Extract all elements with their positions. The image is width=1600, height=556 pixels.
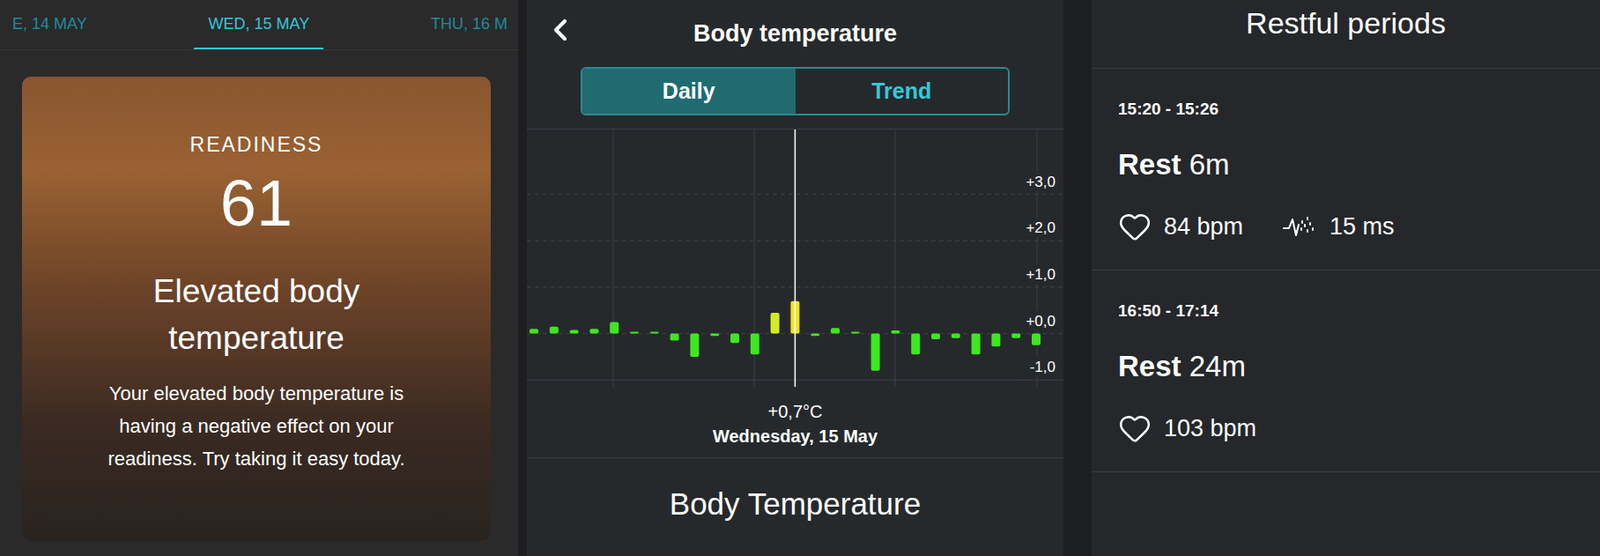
readiness-label: READINESS (190, 129, 324, 161)
temperature-header: Body temperature (526, 0, 1064, 67)
temperature-bar[interactable] (629, 332, 639, 334)
period-stats: 84 bpm 15 ms (1118, 209, 1600, 244)
restful-title: Restful periods (1091, 0, 1600, 69)
temperature-panel: Body temperature DailyTrend +3,0 +2,0 +1,0 +0… (526, 0, 1064, 556)
readiness-card[interactable]: READINESS 61 Elevated body temperature Your… (22, 76, 491, 541)
date-tab[interactable]: E, 14 MAY (1, 0, 98, 50)
temperature-bar[interactable] (1011, 333, 1021, 339)
temperature-bar[interactable] (589, 328, 599, 334)
period-rest: Rest 24m (1118, 348, 1600, 386)
heart-icon (1118, 411, 1152, 445)
section-title: Body Temperature (526, 458, 1064, 528)
readiness-title: Elevated body temperature (141, 267, 371, 362)
temperature-bar[interactable] (830, 327, 840, 334)
svg-text:+2,0: +2,0 (1025, 219, 1056, 237)
temperature-bar[interactable] (851, 332, 860, 334)
view-tabs: DailyTrend (580, 66, 1010, 116)
hrv-value: 15 ms (1329, 210, 1395, 243)
temperature-bar[interactable] (549, 326, 559, 334)
temperature-bar[interactable] (730, 333, 740, 344)
temperature-bar[interactable] (951, 333, 961, 339)
temperature-bar[interactable] (689, 333, 699, 357)
temperature-bar[interactable] (609, 321, 619, 334)
temperature-bar[interactable] (670, 333, 680, 341)
back-button[interactable] (542, 12, 578, 48)
period-time: 16:50 - 17:14 (1118, 300, 1600, 322)
view-tab[interactable]: Daily (582, 68, 796, 114)
hrv-icon (1281, 214, 1318, 239)
readiness-description: Your elevated body temperature is having… (80, 377, 433, 475)
temperature-bar[interactable] (911, 333, 920, 356)
temperature-bar[interactable] (570, 329, 579, 334)
back-icon (542, 12, 578, 48)
svg-text:+3,0: +3,0 (1025, 173, 1056, 191)
temperature-bar[interactable] (529, 328, 539, 334)
temperature-bar[interactable] (770, 312, 780, 334)
svg-text:+1,0: +1,0 (1025, 266, 1056, 283)
heart-icon (1118, 209, 1152, 244)
readiness-score: 61 (220, 170, 293, 237)
heart-rate: 103 bpm (1163, 412, 1257, 445)
temperature-bar[interactable] (650, 332, 660, 334)
temperature-bar[interactable] (871, 333, 881, 371)
period-time: 15:20 - 15:26 (1118, 98, 1600, 120)
restful-item[interactable]: 15:20 - 15:26 Rest 6m 84 bpm 15 ms (1091, 68, 1600, 271)
svg-text:-1,0: -1,0 (1029, 358, 1056, 376)
date-tab[interactable]: THU, 16 M (420, 0, 519, 50)
readiness-panel: E, 14 MAY WED, 15 MAY THU, 16 M READINESS 61… (0, 0, 519, 556)
date-tabs: E, 14 MAY WED, 15 MAY THU, 16 M (0, 0, 519, 51)
temperature-bar[interactable] (931, 333, 941, 340)
temperature-bar[interactable] (710, 333, 719, 337)
restful-panel: Restful periods 15:20 - 15:26 Rest 6m 84 bp… (1091, 0, 1600, 556)
app: E, 14 MAY WED, 15 MAY THU, 16 M READINESS 61… (0, 0, 1600, 556)
temperature-bar[interactable] (971, 333, 981, 356)
temperature-bar[interactable] (991, 333, 1000, 348)
temperature-chart[interactable]: +3,0 +2,0 +1,0 +0,0 -1,0 (526, 129, 1064, 387)
temperature-bar[interactable] (810, 333, 820, 337)
heart-rate: 84 bpm (1163, 210, 1244, 243)
svg-text:+0,0: +0,0 (1025, 312, 1056, 330)
temperature-bar[interactable] (750, 333, 760, 356)
date-tab[interactable]: WED, 15 MAY (193, 0, 324, 50)
temperature-bar[interactable] (890, 330, 900, 334)
restful-item[interactable]: 16:50 - 17:14 Rest 24m 103 bpm (1091, 270, 1600, 473)
period-rest: Rest 6m (1118, 146, 1600, 184)
temperature-reading: +0,7°CWednesday, 15 May (526, 386, 1064, 459)
temperature-title: Body temperature (693, 15, 897, 52)
view-tab[interactable]: Trend (795, 68, 1009, 114)
temperature-bar[interactable] (1031, 333, 1041, 346)
period-stats: 103 bpm (1118, 411, 1600, 445)
